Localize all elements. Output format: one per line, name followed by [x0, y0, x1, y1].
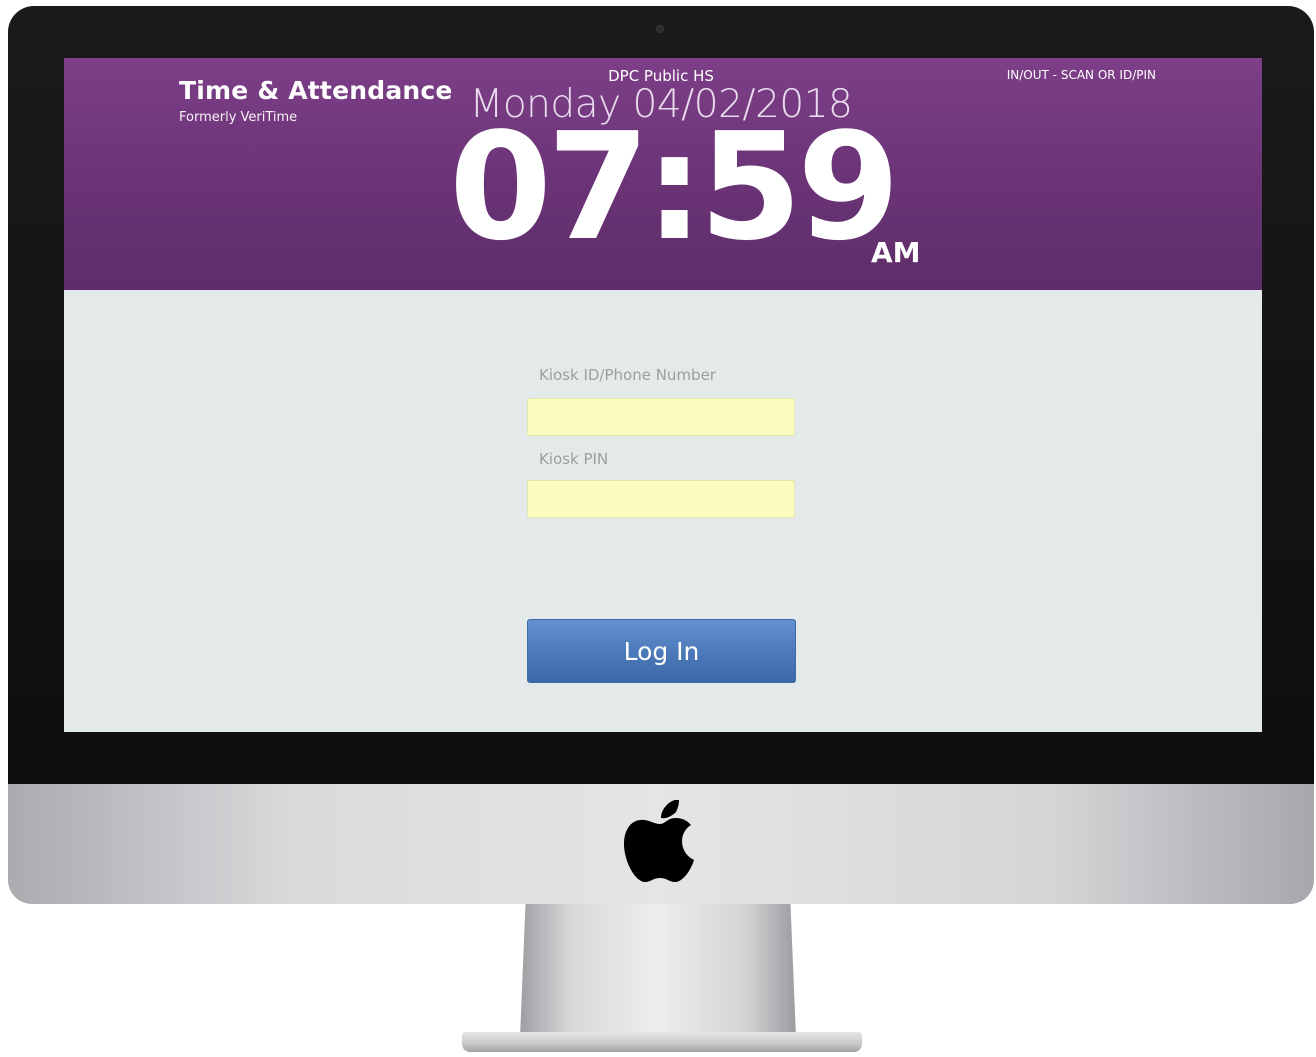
apple-logo-icon: [624, 800, 694, 882]
current-time: 07:59: [449, 101, 900, 273]
kiosk-id-label: Kiosk ID/Phone Number: [539, 366, 716, 384]
kiosk-mode: IN/OUT - SCAN OR ID/PIN: [1006, 68, 1156, 82]
kiosk-screen: Time & Attendance Formerly VeriTime DPC …: [64, 58, 1262, 732]
meridiem: AM: [871, 236, 921, 269]
monitor-stand: [520, 904, 796, 1038]
kiosk-id-input[interactable]: [527, 398, 795, 436]
kiosk-header: Time & Attendance Formerly VeriTime DPC …: [64, 58, 1262, 290]
monitor-mockup: Time & Attendance Formerly VeriTime DPC …: [0, 0, 1316, 1057]
monitor-stand-base: [462, 1032, 862, 1052]
login-button[interactable]: Log In: [527, 619, 796, 683]
kiosk-pin-label: Kiosk PIN: [539, 450, 609, 468]
kiosk-pin-input[interactable]: [527, 480, 795, 518]
webcam: [656, 25, 664, 33]
